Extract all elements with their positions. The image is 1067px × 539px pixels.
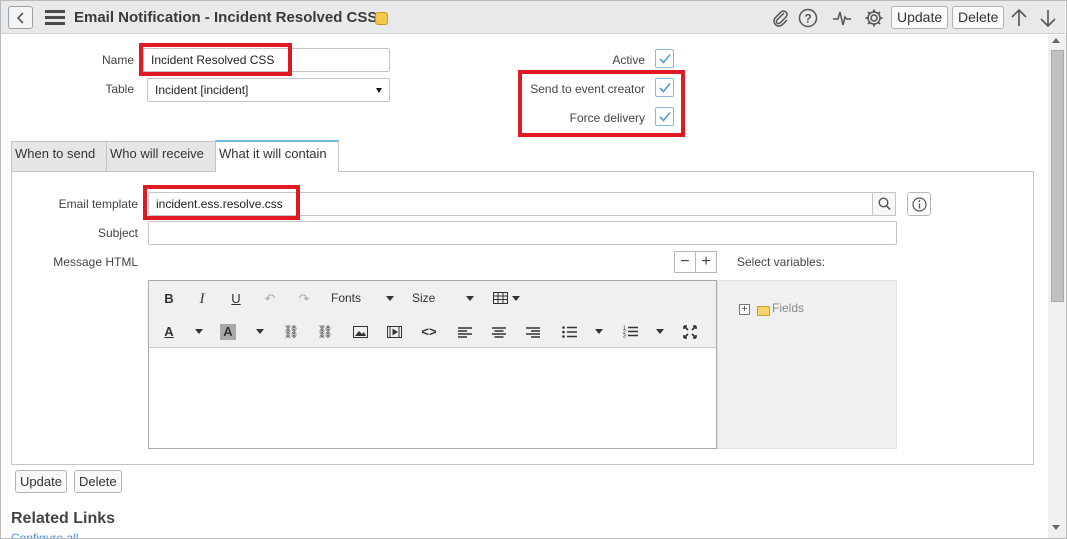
redo-icon[interactable]: ↷ bbox=[294, 289, 314, 309]
message-html-label: Message HTML bbox=[53, 255, 138, 269]
arrow-down-icon[interactable] bbox=[1039, 8, 1057, 28]
header-update-button[interactable]: Update bbox=[891, 6, 949, 29]
active-label: Active bbox=[612, 53, 645, 67]
variables-panel: + Fields bbox=[717, 280, 897, 449]
media-icon[interactable] bbox=[387, 326, 402, 338]
gear-icon[interactable] bbox=[864, 8, 884, 28]
unlink-icon[interactable]: ⛓ bbox=[315, 322, 335, 342]
bold-icon[interactable]: B bbox=[159, 289, 179, 309]
chevron-down-icon bbox=[466, 296, 474, 301]
help-icon[interactable]: ? bbox=[798, 8, 818, 28]
align-right-icon[interactable] bbox=[526, 327, 540, 338]
underline-icon[interactable]: U bbox=[226, 289, 246, 309]
send-to-event-creator-checkbox[interactable] bbox=[655, 78, 674, 97]
name-input[interactable]: Incident Resolved CSS bbox=[143, 48, 390, 72]
chevron-down-icon bbox=[376, 88, 382, 93]
undo-icon[interactable]: ↶ bbox=[260, 289, 280, 309]
svg-text:?: ? bbox=[804, 12, 811, 26]
numbered-list-icon[interactable]: 123 bbox=[623, 325, 638, 338]
attachment-icon[interactable] bbox=[770, 8, 790, 28]
chevron-down-icon bbox=[595, 329, 603, 334]
editor-content-area[interactable] bbox=[149, 349, 716, 448]
info-button[interactable] bbox=[907, 192, 931, 216]
footer-delete-button[interactable]: Delete bbox=[74, 470, 122, 493]
chevron-down-icon bbox=[386, 296, 394, 301]
page-title: Email Notification - Incident Resolved C… bbox=[74, 9, 378, 26]
send-to-event-creator-label: Send to event creator bbox=[530, 82, 645, 96]
chevron-down-icon bbox=[256, 329, 264, 334]
source-code-icon[interactable]: <> bbox=[419, 322, 439, 342]
link-icon[interactable]: ⛓ bbox=[281, 322, 301, 342]
email-template-label: Email template bbox=[58, 197, 138, 211]
search-icon bbox=[878, 197, 891, 211]
text-color-icon[interactable]: A bbox=[159, 322, 179, 342]
form-header: Email Notification - Incident Resolved C… bbox=[1, 1, 1065, 34]
folder-icon bbox=[757, 306, 770, 316]
active-checkbox[interactable] bbox=[655, 49, 674, 68]
back-button[interactable] bbox=[8, 6, 33, 29]
fonts-dropdown[interactable]: Fonts bbox=[331, 291, 361, 305]
background-color-icon[interactable]: A bbox=[220, 324, 236, 340]
subject-label: Subject bbox=[97, 226, 138, 240]
tab-who-will-receive[interactable]: Who will receive bbox=[106, 141, 217, 172]
activity-icon[interactable] bbox=[832, 8, 852, 28]
database-icon bbox=[375, 12, 388, 25]
chevron-down-icon bbox=[512, 296, 520, 301]
editor-toolbar: B I U ↶ ↷ Fonts Size A A ⛓ ⛓ <> 123 bbox=[149, 281, 716, 348]
reference-lookup-button[interactable] bbox=[872, 192, 896, 216]
force-delivery-label: Force delivery bbox=[569, 111, 645, 125]
footer-update-button[interactable]: Update bbox=[15, 470, 67, 493]
name-label: Name bbox=[101, 53, 134, 67]
image-icon[interactable] bbox=[353, 326, 368, 338]
checkmark-icon bbox=[659, 111, 671, 122]
related-link[interactable]: Configure all bbox=[11, 532, 78, 538]
table-select[interactable]: Incident [incident] bbox=[147, 78, 390, 102]
table-icon[interactable] bbox=[493, 292, 508, 304]
subject-input[interactable] bbox=[148, 221, 897, 245]
menu-icon[interactable] bbox=[45, 10, 65, 25]
tab-when-to-send[interactable]: When to send bbox=[11, 141, 108, 172]
chevron-down-icon bbox=[656, 329, 664, 334]
arrow-up-icon[interactable] bbox=[1010, 8, 1028, 28]
tab-what-it-will-contain[interactable]: What it will contain bbox=[215, 140, 339, 172]
italic-icon[interactable]: I bbox=[192, 289, 212, 309]
tree-expand-icon[interactable]: + bbox=[739, 304, 750, 315]
related-links-heading: Related Links bbox=[11, 510, 116, 527]
info-icon bbox=[912, 197, 927, 212]
bullet-list-icon[interactable] bbox=[562, 326, 577, 338]
header-delete-button[interactable]: Delete bbox=[952, 6, 1005, 29]
scroll-up-arrow-icon[interactable] bbox=[1052, 38, 1060, 43]
size-dropdown[interactable]: Size bbox=[412, 291, 435, 305]
fullscreen-icon[interactable] bbox=[683, 325, 697, 339]
svg-text:3: 3 bbox=[623, 334, 626, 339]
table-select-value: Incident [incident] bbox=[155, 83, 249, 97]
collapse-minus-button[interactable]: − bbox=[674, 251, 696, 273]
select-variables-label: Select variables: bbox=[737, 255, 826, 269]
html-editor: B I U ↶ ↷ Fonts Size A A ⛓ ⛓ <> 123 bbox=[148, 280, 717, 449]
checkmark-icon bbox=[659, 82, 671, 93]
chevron-down-icon bbox=[195, 329, 203, 334]
chevron-left-icon bbox=[16, 12, 24, 24]
table-label: Table bbox=[105, 82, 134, 96]
email-template-input[interactable]: incident.ess.resolve.css bbox=[148, 192, 873, 216]
align-left-icon[interactable] bbox=[458, 327, 472, 338]
checkmark-icon bbox=[659, 53, 671, 64]
align-center-icon[interactable] bbox=[492, 327, 506, 338]
force-delivery-checkbox[interactable] bbox=[655, 107, 674, 126]
expand-plus-button[interactable]: + bbox=[695, 251, 717, 273]
tree-item-fields[interactable]: Fields bbox=[772, 301, 804, 315]
scroll-thumb[interactable] bbox=[1051, 50, 1064, 302]
scroll-down-arrow-icon[interactable] bbox=[1052, 525, 1060, 530]
